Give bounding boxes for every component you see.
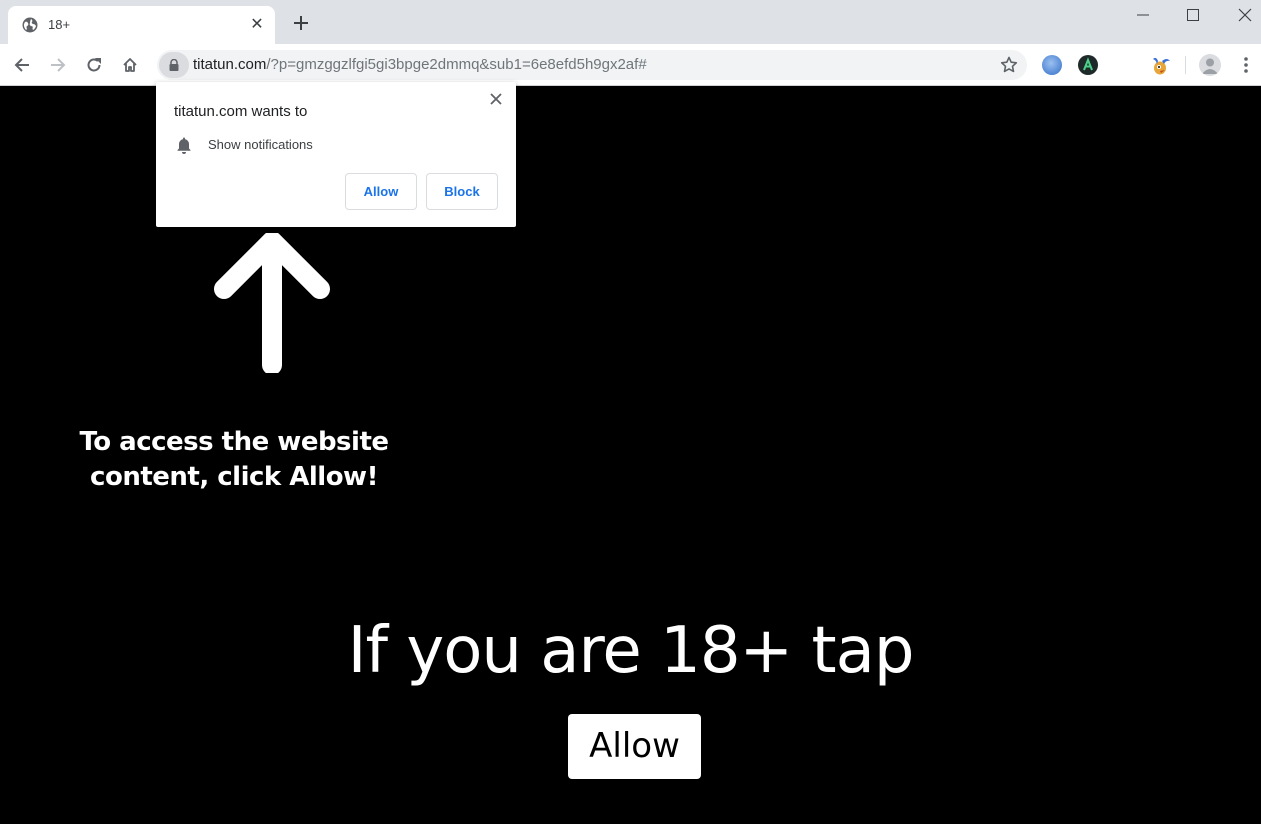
arrow-left-icon xyxy=(14,58,29,72)
toolbar-separator xyxy=(1185,56,1186,74)
new-tab-button[interactable] xyxy=(288,12,314,38)
minimize-icon xyxy=(1137,14,1149,16)
more-vert-icon[interactable] xyxy=(1238,55,1254,75)
window-close-button[interactable] xyxy=(1220,0,1261,30)
star-icon[interactable] xyxy=(999,55,1019,75)
home-button[interactable] xyxy=(116,51,144,79)
tab-close-icon[interactable]: ✕ xyxy=(247,15,267,35)
lock-icon xyxy=(169,59,179,71)
url-text[interactable]: titatun.com/?p=gmzggzlfgi5gi3bpge2dmmq&s… xyxy=(193,56,647,74)
reload-icon xyxy=(87,58,101,72)
browser-toolbar: titatun.com/?p=gmzggzlfgi5gi3bpge2dmmq&s… xyxy=(0,44,1261,86)
blue-circle-extension-icon[interactable] xyxy=(1042,55,1062,75)
close-icon[interactable] xyxy=(488,91,504,107)
notification-permission-dialog: titatun.com wants to Show notifications … xyxy=(156,82,516,227)
close-icon xyxy=(1238,8,1252,22)
url-host: titatun.com xyxy=(193,56,267,73)
arrow-up-icon xyxy=(214,233,330,373)
bird-icon xyxy=(1153,57,1170,75)
tab-title: 18+ xyxy=(48,17,71,32)
back-button[interactable] xyxy=(8,51,36,79)
site-info-button[interactable] xyxy=(159,52,189,78)
block-button[interactable]: Block xyxy=(426,173,498,210)
instruction-line-1: To access the website xyxy=(79,427,389,457)
globe-icon xyxy=(22,17,38,33)
address-bar[interactable]: titatun.com/?p=gmzggzlfgi5gi3bpge2dmmq&s… xyxy=(157,50,1027,80)
bell-icon xyxy=(177,137,191,154)
dark-a-extension-icon[interactable] xyxy=(1078,55,1098,75)
minimize-button[interactable] xyxy=(1118,0,1168,30)
browser-tab[interactable]: 18+ ✕ xyxy=(8,6,275,44)
maximize-button[interactable] xyxy=(1168,0,1218,30)
avatar-icon[interactable] xyxy=(1199,54,1221,76)
url-path: /?p=gmzggzlfgi5gi3bpge2dmmq&sub1=6e8efd5… xyxy=(266,56,647,73)
page-allow-button[interactable]: Allow xyxy=(568,714,701,779)
arrow-right-icon xyxy=(51,58,66,72)
home-icon xyxy=(123,58,137,72)
cartoon-bird-extension-icon[interactable] xyxy=(1150,55,1170,75)
plus-icon xyxy=(294,16,308,30)
reload-button[interactable] xyxy=(80,51,108,79)
instruction-text: To access the website content, click All… xyxy=(74,425,394,495)
permission-label: Show notifications xyxy=(208,137,313,152)
maximize-icon xyxy=(1187,9,1199,21)
tab-strip: 18+ ✕ xyxy=(0,0,1261,44)
forward-button[interactable] xyxy=(44,51,72,79)
person-icon xyxy=(1202,58,1218,74)
headline: If you are 18+ tap xyxy=(347,614,915,688)
instruction-line-2: content, click Allow! xyxy=(90,462,378,492)
letter-a-icon xyxy=(1083,57,1093,71)
allow-button[interactable]: Allow xyxy=(345,173,417,210)
dialog-title: titatun.com wants to xyxy=(174,103,308,120)
